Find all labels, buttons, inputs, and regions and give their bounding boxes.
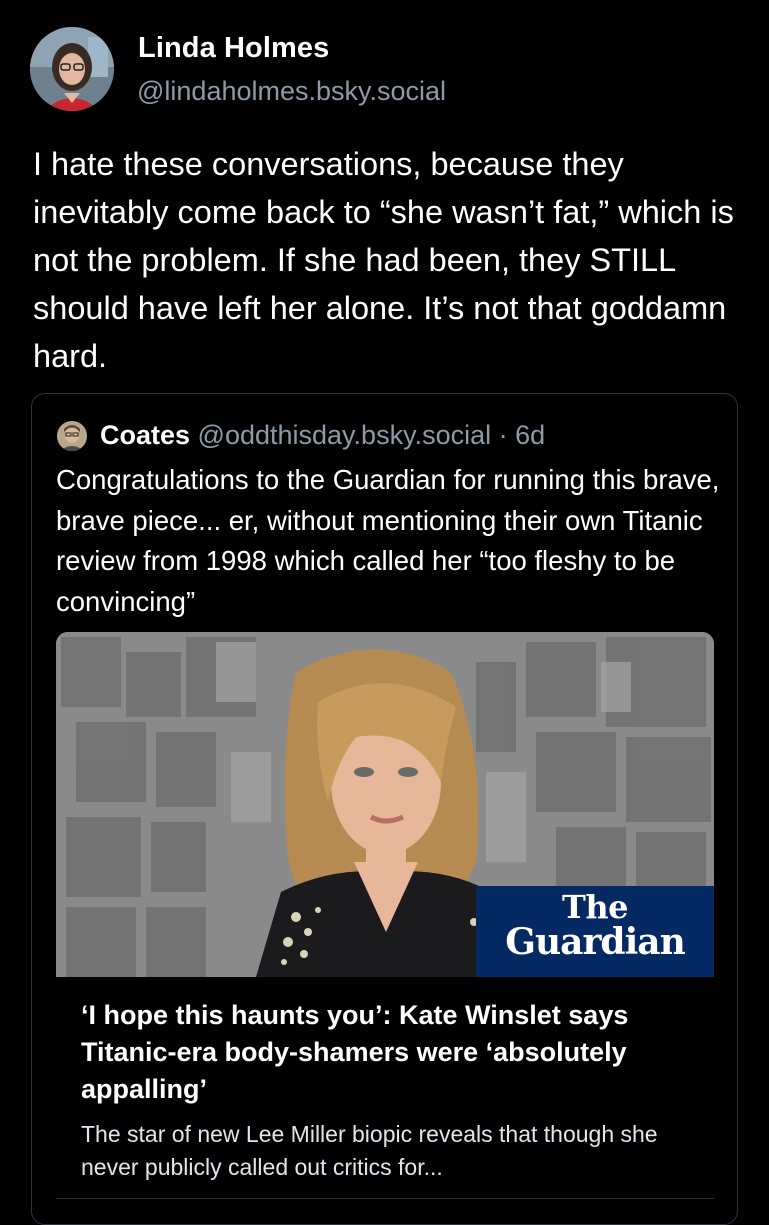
- avatar-photo-icon: [30, 27, 114, 111]
- article-description: The star of new Lee Miller biopic reveal…: [81, 1121, 658, 1180]
- post-text: I hate these conversations, because they…: [33, 146, 734, 374]
- meta-separator: ·: [491, 420, 516, 450]
- quote-author-name[interactable]: Coates: [100, 420, 190, 450]
- guardian-logo: The Guardian: [476, 886, 714, 977]
- quoted-post[interactable]: Coates @oddthisday.bsky.social · 6d Cong…: [31, 393, 738, 1225]
- quote-timestamp[interactable]: 6d: [515, 420, 545, 450]
- post: Linda Holmes @lindaholmes.bsky.social I …: [0, 0, 769, 1225]
- author-name[interactable]: Linda Holmes: [138, 32, 329, 65]
- card-divider: [56, 1198, 714, 1199]
- logo-line-2: Guardian: [505, 921, 686, 963]
- quote-author-avatar[interactable]: [57, 421, 87, 451]
- logo-line-1: The: [562, 888, 628, 926]
- author-handle[interactable]: @lindaholmes.bsky.social: [137, 76, 446, 107]
- article-image: The Guardian: [56, 632, 714, 977]
- avatar-photo-icon: [57, 421, 87, 451]
- quote-author-handle[interactable]: @oddthisday.bsky.social: [198, 420, 492, 450]
- article-title[interactable]: ‘I hope this haunts you’: Kate Winslet s…: [81, 997, 701, 1108]
- quote-text: Congratulations to the Guardian for runn…: [56, 464, 720, 617]
- author-avatar[interactable]: [30, 27, 114, 111]
- quote-meta: Coates @oddthisday.bsky.social · 6d: [100, 420, 545, 451]
- link-preview-card[interactable]: The Guardian ‘I hope this haunts you’: K…: [56, 632, 714, 1224]
